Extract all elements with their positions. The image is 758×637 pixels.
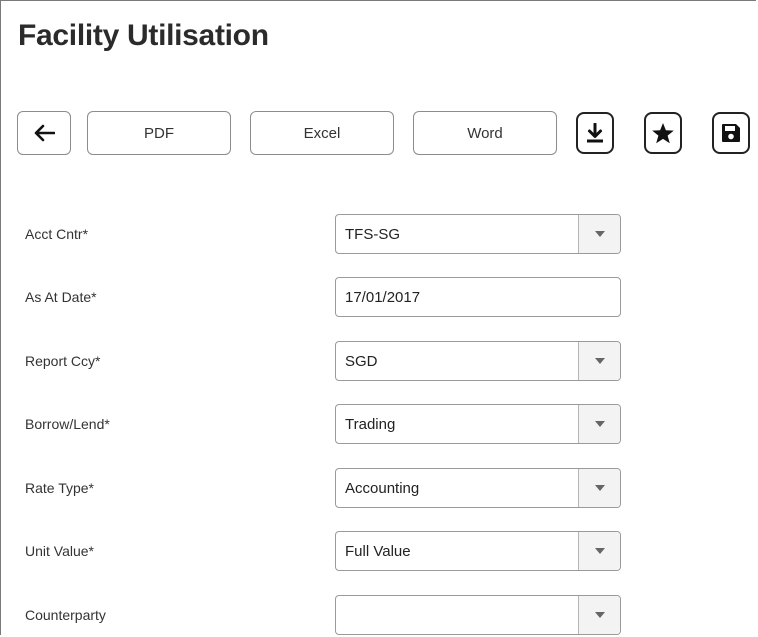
unit-value-select[interactable]: Full Value [335,531,621,571]
acct-cntr-label: Acct Cntr* [25,226,89,242]
unit-value-dropdown-toggle[interactable] [578,532,620,570]
word-button[interactable]: Word [413,111,557,155]
report-ccy-label: Report Ccy* [25,353,101,369]
borrow-lend-value: Trading [345,416,396,433]
borrow-lend-select[interactable]: Trading [335,404,621,444]
acct-cntr-value: TFS-SG [345,226,400,243]
rate-type-value: Accounting [345,480,420,497]
counterparty-dropdown-toggle[interactable] [578,596,620,634]
rate-type-dropdown-toggle[interactable] [578,469,620,507]
rate-type-select[interactable]: Accounting [335,468,621,508]
excel-button[interactable]: Excel [250,111,394,155]
app-window: Facility Utilisation PDF Excel Word Acct… [0,0,756,635]
favorite-button[interactable] [644,112,682,154]
chevron-down-icon [594,358,605,364]
form-row-rate-type: Rate Type* Accounting [1,468,757,508]
form-row-acct-cntr: Acct Cntr* TFS-SG [1,214,757,254]
acct-cntr-dropdown-toggle[interactable] [578,215,620,253]
floppy-disk-icon [721,123,741,143]
chevron-down-icon [594,421,605,427]
chevron-down-icon [594,548,605,554]
unit-value-value: Full Value [345,543,411,560]
form-row-report-ccy: Report Ccy* SGD [1,341,757,381]
form-row-counterparty: Counterparty [1,595,757,635]
unit-value-label: Unit Value* [25,543,95,559]
counterparty-select[interactable] [335,595,621,635]
star-icon [651,122,675,145]
form-row-as-at-date: As At Date* [1,277,757,317]
download-button[interactable] [576,112,614,154]
chevron-down-icon [594,231,605,237]
report-ccy-select[interactable]: SGD [335,341,621,381]
form-row-unit-value: Unit Value* Full Value [1,531,757,571]
rate-type-label: Rate Type* [25,480,95,496]
report-ccy-dropdown-toggle[interactable] [578,342,620,380]
acct-cntr-select[interactable]: TFS-SG [335,214,621,254]
back-button[interactable] [17,111,71,155]
page-title: Facility Utilisation [18,19,269,52]
as-at-date-input[interactable] [336,278,620,316]
chevron-down-icon [594,612,605,618]
borrow-lend-dropdown-toggle[interactable] [578,405,620,443]
save-button[interactable] [712,112,750,154]
form-row-borrow-lend: Borrow/Lend* Trading [1,404,757,444]
arrow-left-icon [33,124,55,142]
as-at-date-label: As At Date* [25,289,97,305]
pdf-button[interactable]: PDF [87,111,231,155]
borrow-lend-label: Borrow/Lend* [25,416,110,432]
chevron-down-icon [594,485,605,491]
report-ccy-value: SGD [345,353,378,370]
counterparty-label: Counterparty [25,607,106,623]
download-icon [586,123,604,143]
as-at-date-field[interactable] [335,277,621,317]
